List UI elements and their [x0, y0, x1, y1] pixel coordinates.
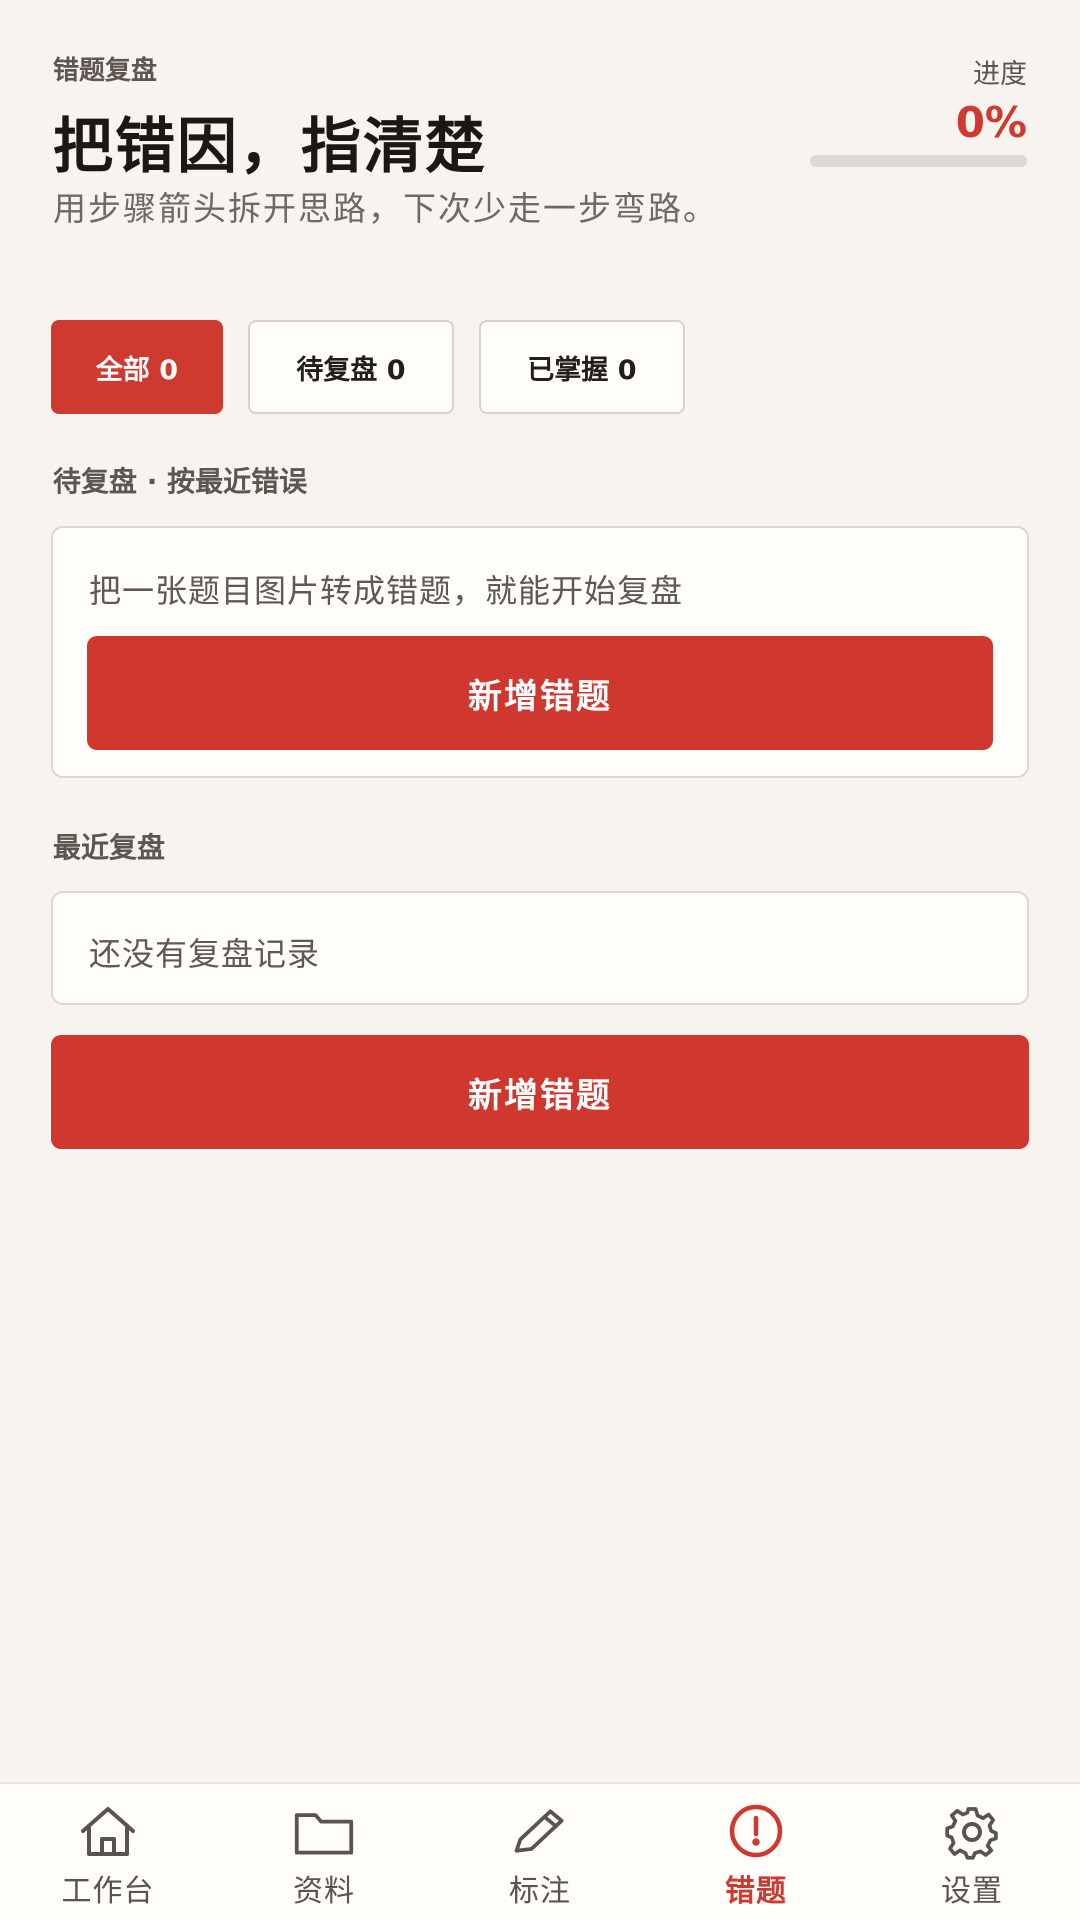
page-eyebrow: 错题复盘 [53, 56, 158, 86]
alert-icon [725, 1804, 787, 1860]
nav-item-mistakes[interactable]: 错题 [648, 1784, 864, 1920]
bottom-nav: 工作台 资料 标注 错题 设置 [0, 1782, 1080, 1920]
add-mistake-button[interactable]: 新增错题 [87, 636, 993, 750]
progress-bar [810, 155, 1027, 167]
nav-label-materials: 资料 [293, 1874, 355, 1909]
nav-label-settings: 设置 [941, 1874, 1003, 1909]
nav-item-materials[interactable]: 资料 [216, 1784, 432, 1920]
recent-empty-text: 还没有复盘记录 [89, 935, 321, 973]
home-icon [77, 1804, 139, 1860]
pending-empty-text: 把一张题目图片转成错题，就能开始复盘 [89, 572, 684, 610]
folder-icon [293, 1804, 355, 1860]
nav-item-annotate[interactable]: 标注 [432, 1784, 648, 1920]
gear-icon [941, 1804, 1003, 1860]
recent-empty-card: 还没有复盘记录 [51, 891, 1029, 1005]
nav-label-mistakes: 错题 [725, 1874, 787, 1909]
nav-label-annotate: 标注 [509, 1874, 571, 1909]
filter-pending[interactable]: 待复盘 0 [248, 320, 454, 414]
filter-all[interactable]: 全部 0 [51, 320, 223, 414]
pending-empty-card: 把一张题目图片转成错题，就能开始复盘 新增错题 [51, 526, 1029, 778]
pending-section-title: 待复盘 · 按最近错误 [53, 465, 308, 498]
nav-item-workbench[interactable]: 工作台 [0, 1784, 216, 1920]
pen-icon [509, 1804, 571, 1860]
progress-label: 进度 [973, 59, 1027, 90]
progress-value: 0% [955, 98, 1027, 147]
nav-label-workbench: 工作台 [61, 1874, 155, 1909]
page-title: 把错因，指清楚 [53, 112, 487, 182]
recent-section-title: 最近复盘 [53, 831, 166, 864]
mistakes-screen: 错题复盘 把错因，指清楚 用步骤箭头拆开思路，下次少走一步弯路。 进度 0% 全… [0, 0, 1080, 1920]
page-subtitle: 用步骤箭头拆开思路，下次少走一步弯路。 [53, 189, 718, 228]
nav-item-settings[interactable]: 设置 [864, 1784, 1080, 1920]
filter-mastered[interactable]: 已掌握 0 [479, 320, 685, 414]
add-mistake-button-secondary[interactable]: 新增错题 [51, 1035, 1029, 1149]
